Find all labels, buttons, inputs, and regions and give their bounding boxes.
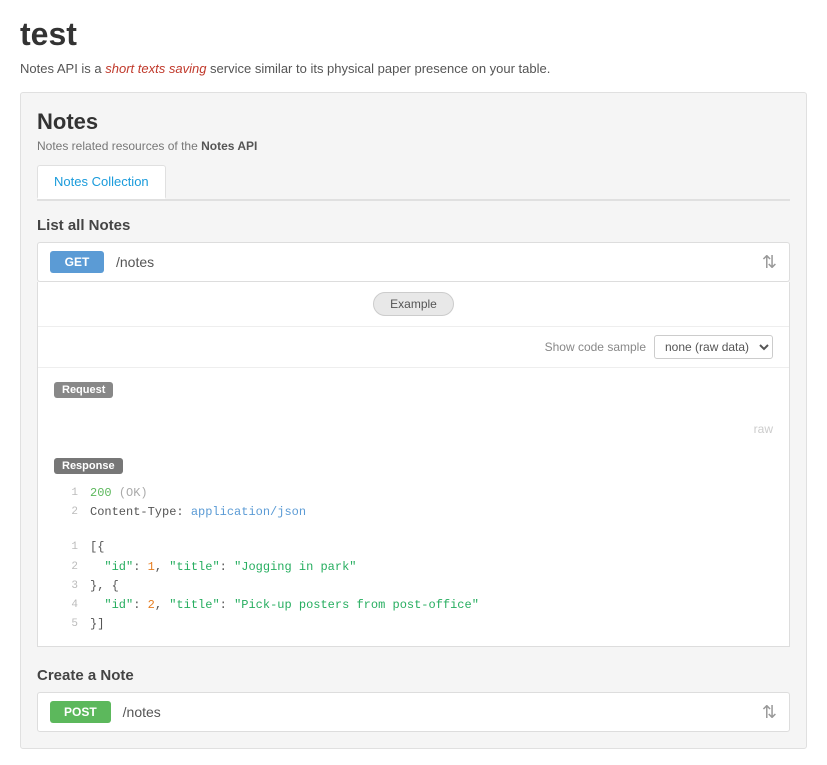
json-line-2: 2 "id": 1, "title": "Jogging in park" [54,558,773,577]
json-line-num-5: 5 [54,615,78,634]
section-title: Notes [37,109,790,135]
response-label: Response [54,458,123,474]
subtitle-prefix: Notes related resources of the [37,139,201,153]
expand-icon[interactable]: ⇅ [762,252,777,273]
section-subtitle: Notes related resources of the Notes API [37,139,790,153]
description-italic: short texts saving [105,61,206,76]
post-method-badge: POST [50,701,111,723]
request-label: Request [54,382,113,398]
json-item-2: "id": 2, "title": "Pick-up posters from … [90,596,479,615]
json-line-num-1: 1 [54,538,78,557]
page-title: test [20,16,807,53]
create-endpoint-path: /notes [123,704,762,720]
endpoint-detail: Example Show code sample none (raw data)… [37,282,790,647]
json-open-bracket: [{ [90,538,104,557]
list-notes-label: List all Notes [37,217,790,234]
tab-bar: Notes Collection [37,165,790,201]
response-status-block: 1 200 (OK) 2 Content-Type: application/j… [54,484,773,522]
request-section: Request [38,368,789,418]
json-line-1: 1 [{ [54,538,773,557]
response-section: Response 1 200 (OK) 2 Content-Type: appl… [38,444,789,646]
status-code: 200 (OK) [90,484,148,503]
create-note-section: Create a Note POST /notes ⇅ [37,667,790,732]
create-endpoint-row[interactable]: POST /notes ⇅ [37,692,790,732]
list-endpoint-row[interactable]: GET /notes ⇅ [37,242,790,282]
notes-section: Notes Notes related resources of the Not… [20,92,807,749]
example-bar: Example [38,282,789,327]
subtitle-bold: Notes API [201,139,257,153]
json-item-1: "id": 1, "title": "Jogging in park" [90,558,356,577]
json-line-3: 3 }, { [54,577,773,596]
code-sample-select[interactable]: none (raw data) [654,335,773,359]
json-sep: }, { [90,577,119,596]
get-method-badge: GET [50,251,104,273]
json-line-num-2: 2 [54,558,78,577]
line-num-1: 1 [54,484,78,503]
response-line-2: 2 Content-Type: application/json [54,503,773,522]
json-line-5: 5 }] [54,615,773,634]
json-line-num-3: 3 [54,577,78,596]
list-endpoint-path: /notes [116,254,762,270]
json-close-bracket: }] [90,615,104,634]
code-sample-label: Show code sample [545,340,646,354]
create-note-label: Create a Note [37,667,790,684]
page-description: Notes API is a short texts saving servic… [20,61,807,76]
line-num-2: 2 [54,503,78,522]
description-suffix: service similar to its physical paper pr… [206,61,550,76]
json-line-num-4: 4 [54,596,78,615]
json-block: 1 [{ 2 "id": 1, "title": "Jogging in par… [54,538,773,634]
content-type-line: Content-Type: application/json [90,503,306,522]
description-prefix: Notes API is a [20,61,105,76]
create-expand-icon[interactable]: ⇅ [762,702,777,723]
example-button[interactable]: Example [373,292,454,316]
code-sample-bar: Show code sample none (raw data) [38,327,789,368]
raw-label: raw [38,418,789,444]
tab-notes-collection[interactable]: Notes Collection [37,165,166,199]
json-line-4: 4 "id": 2, "title": "Pick-up posters fro… [54,596,773,615]
response-line-1: 1 200 (OK) [54,484,773,503]
list-notes-section: List all Notes GET /notes ⇅ Example Show… [37,217,790,647]
